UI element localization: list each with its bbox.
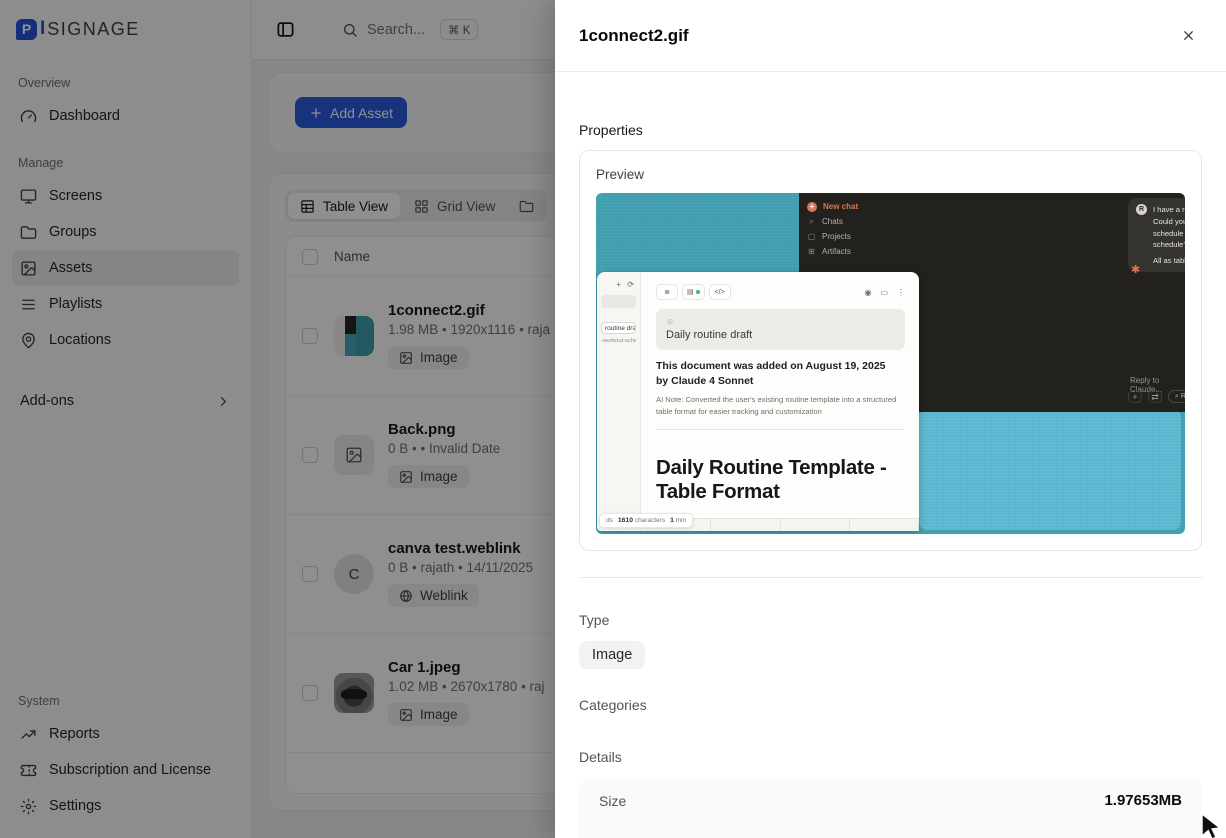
- sheet-header: 1connect2.gif: [555, 0, 1226, 72]
- preview-doc-area: ≣ ▤ </> ◉ ▭ ⋮ ☺ Da: [642, 272, 919, 531]
- stats-time-label: min: [676, 517, 686, 524]
- stats-time: 1: [670, 517, 674, 524]
- preview-chats-label: Chats: [822, 217, 843, 226]
- preview-doc-toolbar: ≣ ▤ </> ◉ ▭ ⋮: [656, 284, 905, 300]
- preview-doc-selected-item: [601, 295, 636, 308]
- details-heading: Details: [579, 749, 1202, 765]
- preview-heading: Preview: [596, 167, 1185, 182]
- size-value: 1.97653MB: [1104, 792, 1182, 809]
- preview-user-avatar: R: [1136, 204, 1147, 215]
- preview-chat-toolbar: + ⇄ ⌕ Research Claude Sonnet 4 ⌄: [1128, 390, 1185, 403]
- asset-preview-image: + New chat ⌕ Chats ▢ Projects: [596, 193, 1185, 534]
- comment-icon: ▭: [880, 288, 888, 297]
- grid-icon: ⊞: [807, 247, 816, 256]
- preview-projects-item: ▢ Projects: [807, 229, 917, 244]
- asset-detail-sheet: 1connect2.gif Properties Preview + New c…: [555, 0, 1226, 838]
- preview-new-chat: + New chat: [807, 199, 917, 214]
- detail-row-size: Size 1.97653MB: [599, 792, 1182, 809]
- outline-icon: ≣: [656, 284, 678, 300]
- preview-doc-tab-chip: routine draft: [601, 322, 636, 334]
- box-icon: ▢: [807, 232, 816, 241]
- sliders-icon: ⇄: [1148, 390, 1162, 403]
- preview-doc-sidebar-item: -workout-sche...: [601, 338, 636, 344]
- preview-document-window: + ⟳ routine draft -workout-sche... ≣ ▤ <…: [597, 272, 919, 531]
- preview-message-text-2: All as tables please!: [1153, 256, 1185, 265]
- preview-projects-label: Projects: [822, 232, 851, 241]
- green-dot: [696, 290, 700, 294]
- preview-doc-title: Daily routine draft: [666, 329, 895, 341]
- search-icon: ⌕: [807, 217, 816, 227]
- sheet-title: 1connect2.gif: [579, 26, 689, 46]
- app-root: P I SIGNAGE Overview Dashboard Manage Sc…: [0, 0, 1226, 838]
- stats-chars-label: characters: [635, 517, 665, 524]
- preview-card: Preview + New chat ⌕ Chats: [579, 150, 1202, 551]
- preview-claude-sidebar: + New chat ⌕ Chats ▢ Projects: [807, 199, 917, 259]
- preview-doc-titleblock: ☺ Daily routine draft: [656, 309, 905, 350]
- preview-doc-stats-chip: ds 1610 characters 1 min: [599, 513, 693, 528]
- sheet-body: Properties Preview + New chat ⌕: [555, 122, 1226, 838]
- preview-doc-sidebar: + ⟳ routine draft -workout-sche...: [597, 272, 641, 531]
- type-heading: Type: [579, 612, 1202, 628]
- categories-heading: Categories: [579, 697, 1202, 713]
- close-button[interactable]: [1174, 22, 1202, 50]
- preview-artifacts-item: ⊞ Artifacts: [807, 244, 917, 259]
- preview-cyan-panel: [919, 412, 1181, 530]
- preview-research-button: ⌕ Research: [1168, 390, 1185, 403]
- details-card: Size 1.97653MB: [579, 779, 1202, 838]
- plus-icon: +: [1128, 390, 1142, 403]
- size-label: Size: [599, 793, 626, 809]
- preview-message-text: I have a routine template in my home wor…: [1153, 204, 1185, 251]
- plus-icon: +: [807, 202, 817, 212]
- preview-doc-h1: Daily Routine Template - Table Format: [656, 456, 916, 504]
- preview-chats-item: ⌕ Chats: [807, 214, 917, 229]
- properties-heading: Properties: [579, 122, 1202, 138]
- type-value-badge: Image: [579, 641, 645, 669]
- stats-words: ds: [606, 517, 613, 524]
- stats-chars: 1610: [618, 517, 633, 524]
- preview-artifacts-label: Artifacts: [822, 247, 851, 256]
- preview-doc-divider: [656, 429, 905, 430]
- eye-icon: ◉: [864, 288, 871, 297]
- doc-status-icon: ▤: [682, 284, 705, 300]
- preview-doc-ai-note: AI Note: Converted the user's existing r…: [656, 394, 901, 417]
- claude-spark-icon: ✱: [1131, 263, 1140, 276]
- kebab-menu-icon: ⋮: [897, 288, 905, 297]
- close-icon: [1181, 28, 1196, 43]
- sheet-divider: [579, 577, 1202, 578]
- preview-user-message: R I have a routine template in my home w…: [1128, 198, 1185, 272]
- plus-refresh-icons: + ⟳: [601, 280, 636, 289]
- code-icon: </>: [709, 284, 731, 300]
- preview-new-chat-label: New chat: [823, 202, 858, 211]
- preview-doc-added-line: This document was added on August 19, 20…: [656, 359, 886, 389]
- doc-emoji-icon: ☺: [666, 317, 895, 326]
- research-label: Research: [1181, 393, 1185, 400]
